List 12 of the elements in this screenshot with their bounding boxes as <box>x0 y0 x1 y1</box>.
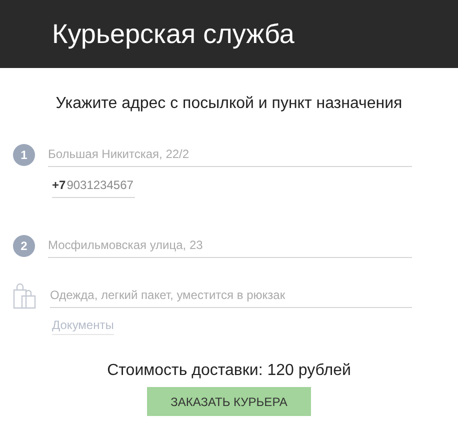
page-title: Курьерская служба <box>52 18 294 50</box>
price-text: Стоимость доставки: 120 рублей <box>106 362 352 380</box>
phone-field[interactable]: 9031234567 <box>66 178 133 192</box>
step-number: 1 <box>13 144 35 166</box>
step-number: 2 <box>13 235 35 257</box>
bags-icon <box>13 282 37 310</box>
parcel-field[interactable]: Одежда, легкий пакет, уместится в рюкзак <box>50 284 412 308</box>
country-code: +7 <box>52 178 66 192</box>
heading: Укажите адрес с посылкой и пункт назначения <box>54 95 404 113</box>
address-field[interactable]: Мосфильмовская улица, 23 <box>48 234 412 258</box>
address-field[interactable]: Большая Никитская, 22/2 <box>48 143 412 167</box>
order-button[interactable]: ЗАКАЗАТЬ КУРЬЕРА <box>147 387 311 416</box>
